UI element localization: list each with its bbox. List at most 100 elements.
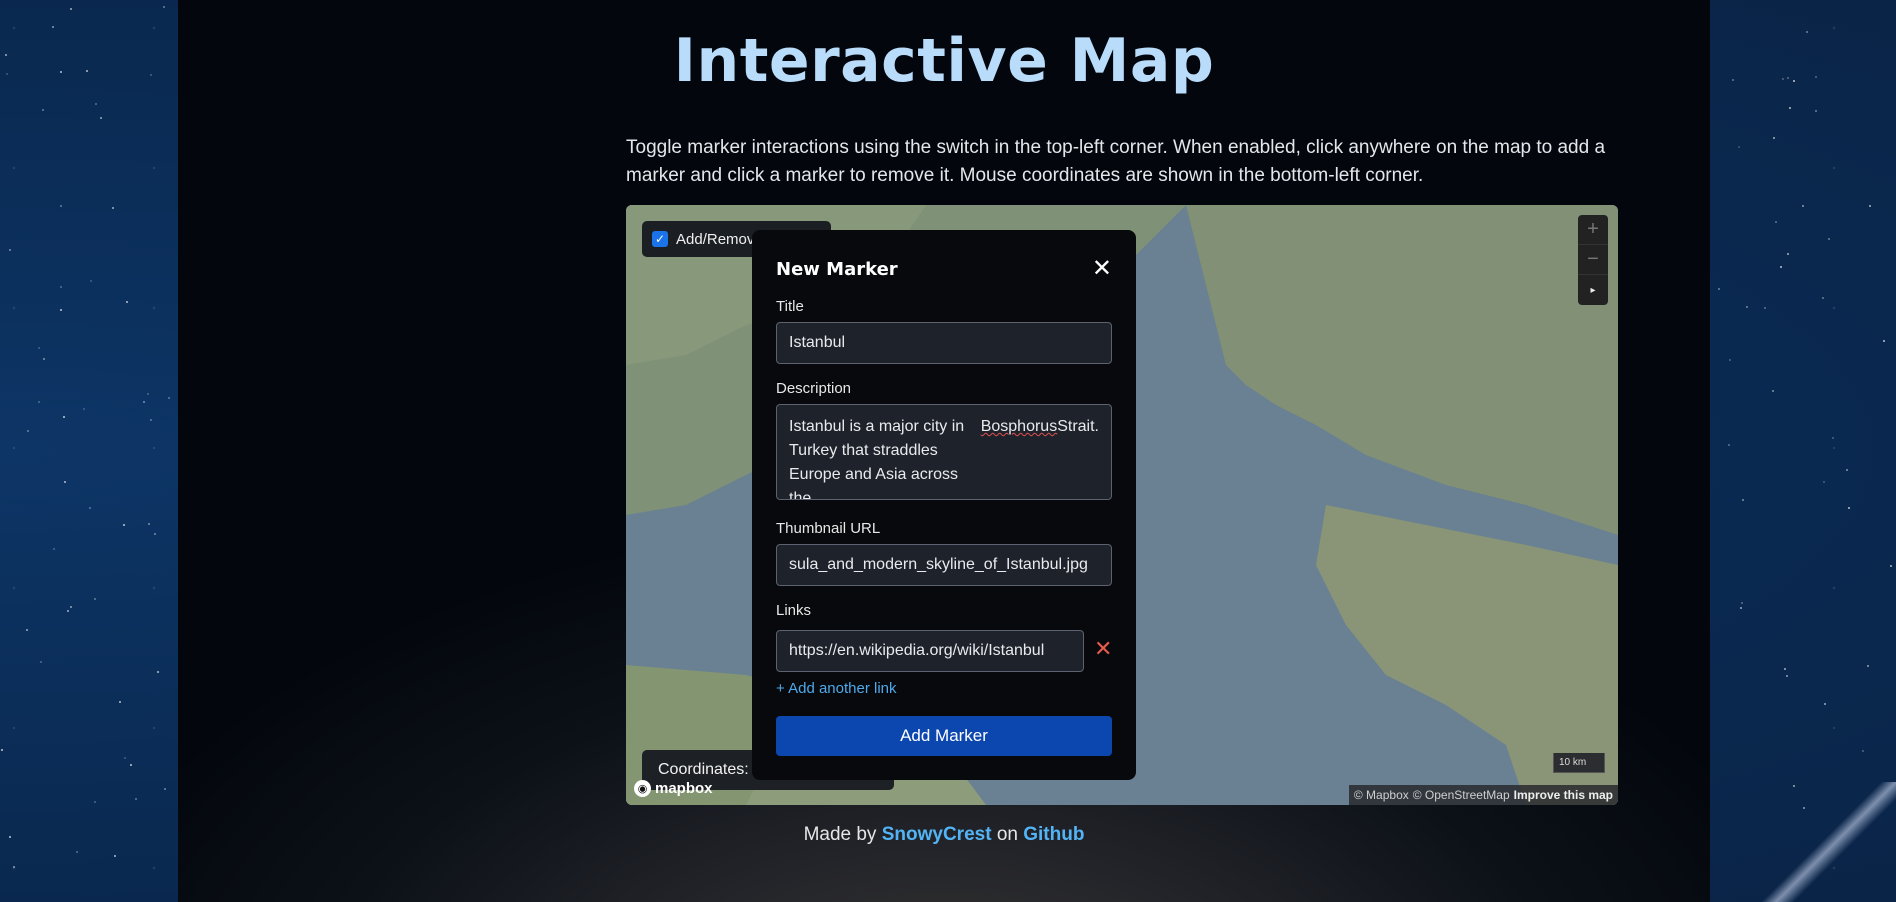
star [1882, 340, 1885, 343]
footer: Made by SnowyCrest on Github [178, 824, 1710, 846]
star [142, 401, 145, 404]
star [89, 280, 92, 283]
star [93, 597, 96, 600]
star [164, 788, 167, 791]
star [119, 700, 122, 703]
star [1846, 469, 1849, 472]
star [125, 300, 128, 303]
star [1785, 675, 1788, 678]
star [1779, 265, 1782, 268]
thumbnail-url-input[interactable]: sula_and_modern_skyline_of_Istanbul.jpg [776, 544, 1112, 586]
star [6, 72, 9, 75]
star [111, 207, 114, 210]
description-text-end: Strait. [1057, 418, 1099, 435]
star [1831, 437, 1834, 440]
description-textarea[interactable]: Istanbul is a major city in Turkey that … [776, 404, 1112, 500]
add-marker-button[interactable]: Add Marker [776, 716, 1112, 756]
star [1805, 31, 1808, 34]
star [1890, 565, 1893, 568]
star [95, 102, 98, 105]
zoom-in-button[interactable]: + [1578, 215, 1608, 245]
improve-map-link[interactable]: Improve this map [1514, 788, 1613, 802]
star [1867, 665, 1870, 668]
star [154, 533, 157, 536]
toggle-checkbox[interactable]: ✓ [652, 231, 668, 247]
mapbox-logo-text: mapbox [655, 780, 713, 797]
star [62, 415, 65, 418]
star [1739, 606, 1742, 609]
description-misspelled-word: Bosphorus [980, 418, 1058, 435]
star [1789, 107, 1792, 110]
scale-bar: 10 km [1553, 753, 1605, 773]
star [1742, 498, 1745, 501]
star [82, 408, 85, 411]
star [1868, 204, 1871, 207]
star [70, 606, 73, 609]
star [1718, 288, 1721, 291]
footer-on: on [996, 824, 1018, 845]
star [12, 865, 15, 868]
title-label: Title [776, 298, 804, 315]
star [59, 308, 62, 311]
attribution-mapbox-link[interactable]: © Mapbox [1354, 788, 1409, 802]
star [1745, 306, 1748, 309]
star [38, 400, 41, 403]
star [59, 285, 62, 288]
mapbox-logo-icon: ◉ [634, 780, 651, 797]
mapbox-logo[interactable]: ◉ mapbox [634, 780, 713, 797]
author-link[interactable]: SnowyCrest [882, 824, 992, 845]
attribution-osm-link[interactable]: © OpenStreetMap [1413, 788, 1510, 802]
github-link[interactable]: Github [1023, 824, 1084, 845]
star [1822, 296, 1825, 299]
star [8, 248, 11, 251]
description-label: Description [776, 380, 852, 397]
main-panel: Interactive Map Toggle marker interactio… [178, 0, 1710, 902]
star [40, 661, 43, 664]
star [4, 53, 7, 56]
footer-made-by: Made by [803, 824, 877, 845]
star [88, 506, 91, 509]
zoom-out-button[interactable]: − [1578, 245, 1608, 275]
star [1787, 76, 1790, 79]
star [113, 855, 116, 858]
close-icon[interactable]: ✕ [1092, 257, 1112, 281]
star [1814, 110, 1817, 113]
star [52, 547, 55, 550]
star [1861, 750, 1864, 753]
star [167, 396, 170, 399]
star [1783, 668, 1786, 671]
star [1727, 443, 1730, 446]
star [8, 835, 11, 838]
star [1731, 78, 1734, 81]
remove-link-icon[interactable]: ✕ [1094, 636, 1112, 662]
title-input[interactable]: Istanbul [776, 322, 1112, 364]
star [1782, 77, 1785, 80]
star [0, 749, 3, 752]
star [99, 117, 102, 120]
thumbnail-label: Thumbnail URL [776, 520, 881, 537]
star [41, 108, 44, 111]
star [1827, 238, 1830, 241]
star [1824, 703, 1827, 706]
star [1815, 75, 1818, 78]
star [66, 610, 69, 613]
links-label: Links [776, 602, 812, 619]
planet-glow [1716, 782, 1896, 902]
intro-text: Toggle marker interactions using the swi… [626, 137, 1606, 186]
link-input[interactable]: https://en.wikipedia.org/wiki/Istanbul [776, 630, 1084, 672]
description-text-start: Istanbul is a major city in Turkey that … [789, 418, 965, 500]
star [1847, 507, 1850, 510]
star [1771, 390, 1774, 393]
star [150, 418, 153, 421]
compass-button[interactable]: ▸ [1578, 275, 1608, 305]
map-attribution: © Mapbox © OpenStreetMap Improve this ma… [1348, 785, 1618, 805]
star [130, 763, 133, 766]
star [134, 797, 137, 800]
star [123, 523, 126, 526]
star [26, 429, 29, 432]
star [64, 480, 67, 483]
page-title: Interactive Map [673, 26, 1215, 96]
star [1741, 602, 1744, 605]
star [1792, 79, 1795, 82]
add-link-button[interactable]: + Add another link [776, 680, 897, 697]
